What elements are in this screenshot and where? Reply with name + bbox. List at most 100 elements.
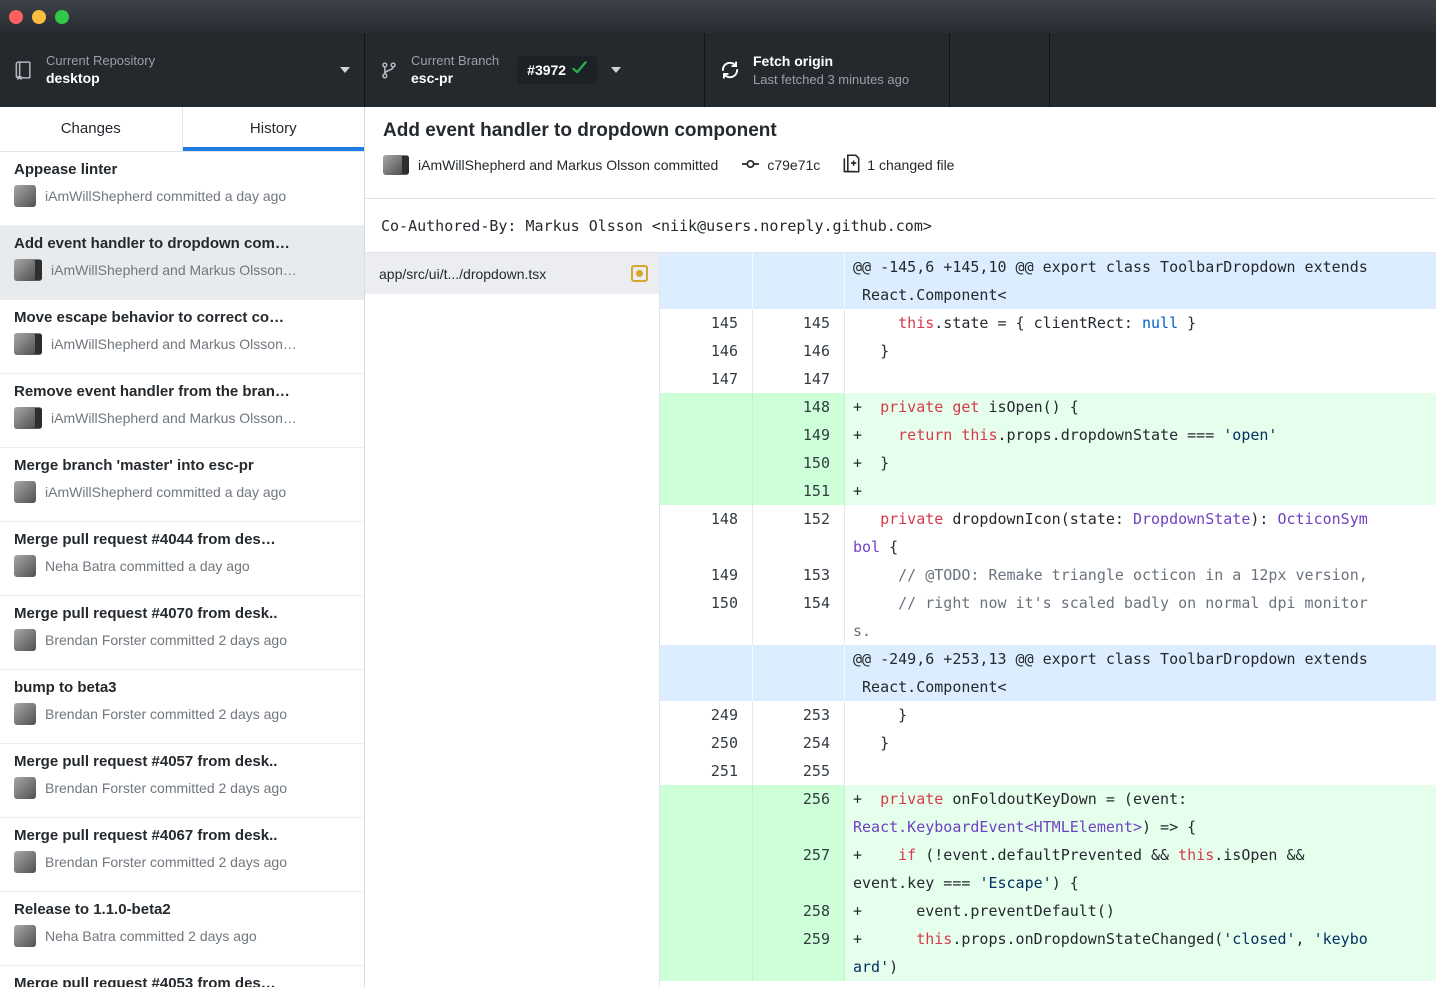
diff-code-cell: } — [845, 701, 1436, 729]
zoom-window-button[interactable] — [55, 9, 69, 24]
commit-list-item[interactable]: Merge pull request #4044 from des… Neha B… — [0, 522, 364, 596]
close-window-button[interactable] — [9, 9, 23, 24]
chevron-down-icon — [611, 67, 622, 73]
commit-list[interactable]: Appease linter iAmWillShepherd committed … — [0, 152, 364, 987]
diff-new-line-number: 150 — [753, 449, 845, 477]
fetch-origin-button[interactable]: Fetch origin Last fetched 3 minutes ago — [705, 33, 950, 107]
commit-item-meta: Brendan Forster committed 2 days ago — [45, 780, 288, 796]
commit-item-meta: iAmWillShepherd and Markus Olsson… — [51, 262, 297, 278]
commit-list-item[interactable]: Move escape behavior to correct co… iAmWi… — [0, 300, 364, 374]
avatar — [14, 777, 36, 799]
diff-line-row: 148 152 private dropdownIcon(state: Dropd… — [660, 505, 1436, 561]
commit-item-meta: Brendan Forster committed 2 days ago — [45, 854, 288, 870]
commit-list-item[interactable]: Merge branch 'master' into esc-pr iAmWill… — [0, 448, 364, 522]
diff-code-cell: } — [845, 337, 1436, 365]
commit-item-meta: Neha Batra committed a day ago — [45, 558, 250, 574]
toolbar-spacer — [950, 33, 1050, 107]
diff-new-line-number: 153 — [753, 561, 845, 589]
diff-line-row: 257 + if (!event.defaultPrevented && this… — [660, 841, 1436, 897]
avatar — [14, 629, 36, 651]
file-list-item[interactable]: app/src/ui/t.../dropdown.tsx — [365, 253, 659, 294]
avatar — [14, 481, 36, 503]
check-icon — [572, 61, 587, 79]
commit-detail-pane: Add event handler to dropdown component … — [365, 107, 1436, 987]
diff-new-line-number: 151 — [753, 477, 845, 505]
current-repository-button[interactable]: Current Repository desktop — [0, 33, 365, 107]
commit-item-meta: Neha Batra committed 2 days ago — [45, 928, 257, 944]
diff-old-line-number: 145 — [660, 309, 753, 337]
commit-list-item[interactable]: bump to beta3 Brendan Forster committed 2… — [0, 670, 364, 744]
commit-item-title: Appease linter — [14, 161, 118, 178]
commit-item-title: Merge pull request #4070 from desk.. — [14, 605, 278, 622]
diff-old-line-number — [660, 421, 753, 449]
titlebar — [0, 0, 1436, 33]
commit-list-item[interactable]: Add event handler to dropdown com… iAmWil… — [0, 226, 364, 300]
minimize-window-button[interactable] — [32, 9, 46, 24]
changed-files-list: app/src/ui/t.../dropdown.tsx — [365, 253, 660, 987]
diff-new-line-number: 257 — [753, 841, 845, 897]
toolbar-empty-area — [1050, 33, 1436, 107]
commit-list-item[interactable]: Remove event handler from the bran… iAmWi… — [0, 374, 364, 448]
diff-file-icon — [843, 154, 860, 176]
diff-code-cell: + private get isOpen() { — [845, 393, 1436, 421]
diff-new-line-number: 148 — [753, 393, 845, 421]
current-repository-label: Current Repository — [46, 53, 156, 68]
tab-history[interactable]: History — [183, 107, 365, 151]
diff-new-line-number: 259 — [753, 925, 845, 981]
current-repository-value: desktop — [46, 70, 100, 86]
tab-changes[interactable]: Changes — [0, 107, 183, 151]
commit-list-item[interactable]: Merge pull request #4053 from des… — [0, 966, 364, 987]
avatar — [14, 259, 42, 281]
diff-code-cell — [845, 365, 1436, 393]
commit-list-item[interactable]: Merge pull request #4057 from desk.. Bren… — [0, 744, 364, 818]
commit-item-meta: iAmWillShepherd and Markus Olsson… — [51, 336, 297, 352]
diff-code-cell: + if (!event.defaultPrevented && this.is… — [845, 841, 1436, 897]
commit-item-title: Merge pull request #4057 from desk.. — [14, 753, 278, 770]
diff-line-row: 249 253 } — [660, 701, 1436, 729]
git-commit-icon — [741, 156, 760, 175]
commit-title: Add event handler to dropdown component — [383, 120, 777, 141]
commit-list-item[interactable]: Merge pull request #4067 from desk.. Bren… — [0, 818, 364, 892]
avatar — [14, 185, 36, 207]
diff-code-cell: + return this.props.dropdownState === 'o… — [845, 421, 1436, 449]
diff-code-cell: + event.preventDefault() — [845, 897, 1436, 925]
diff-line-row: 259 + this.props.onDropdownStateChanged('… — [660, 925, 1436, 981]
avatar — [14, 851, 36, 873]
diff-old-line-number — [660, 477, 753, 505]
diff-hunk-header-row: @@ -145,6 +145,10 @@ export class Toolba… — [660, 253, 1436, 309]
diff-old-line-number — [660, 393, 753, 421]
changed-files-count: 1 changed file — [867, 157, 955, 173]
commit-list-item[interactable]: Appease linter iAmWillShepherd committed … — [0, 152, 364, 226]
toolbar: Current Repository desktop Current Branc… — [0, 33, 1436, 107]
diff-line-row: 150 154 // right now it's scaled badly on… — [660, 589, 1436, 645]
diff-code-cell: @@ -145,6 +145,10 @@ export class Toolba… — [845, 253, 1436, 309]
avatar — [14, 925, 36, 947]
commit-item-title: Add event handler to dropdown com… — [14, 235, 290, 252]
current-branch-button[interactable]: Current Branch esc-pr #3972 — [365, 33, 705, 107]
commit-list-item[interactable]: Release to 1.1.0-beta2 Neha Batra committ… — [0, 892, 364, 966]
commit-list-item[interactable]: Merge pull request #4070 from desk.. Bren… — [0, 596, 364, 670]
diff-new-line-number: 146 — [753, 337, 845, 365]
diff-viewer[interactable]: @@ -145,6 +145,10 @@ export class Toolba… — [660, 253, 1436, 987]
diff-code-cell: this.state = { clientRect: null } — [845, 309, 1436, 337]
diff-line-row: 148 + private get isOpen() { — [660, 393, 1436, 421]
pr-number: #3972 — [527, 62, 567, 78]
diff-line-row: 250 254 } — [660, 729, 1436, 757]
commit-item-meta: Brendan Forster committed 2 days ago — [45, 632, 288, 648]
diff-code-cell: // right now it's scaled badly on normal… — [845, 589, 1436, 645]
diff-new-line-number — [753, 645, 845, 701]
diff-line-row: 151 + — [660, 477, 1436, 505]
current-branch-label: Current Branch — [411, 53, 500, 68]
sidebar-tabs: Changes History — [0, 107, 364, 152]
diff-new-line-number: 154 — [753, 589, 845, 645]
diff-new-line-number: 256 — [753, 785, 845, 841]
diff-code-cell: @@ -249,6 +253,13 @@ export class Toolba… — [845, 645, 1436, 701]
diff-old-line-number: 150 — [660, 589, 753, 645]
diff-old-line-number — [660, 449, 753, 477]
diff-new-line-number: 254 — [753, 729, 845, 757]
commit-item-title: Merge pull request #4067 from desk.. — [14, 827, 278, 844]
diff-line-row: 258 + event.preventDefault() — [660, 897, 1436, 925]
diff-new-line-number: 149 — [753, 421, 845, 449]
diff-line-row: 150 + } — [660, 449, 1436, 477]
avatar — [14, 703, 36, 725]
